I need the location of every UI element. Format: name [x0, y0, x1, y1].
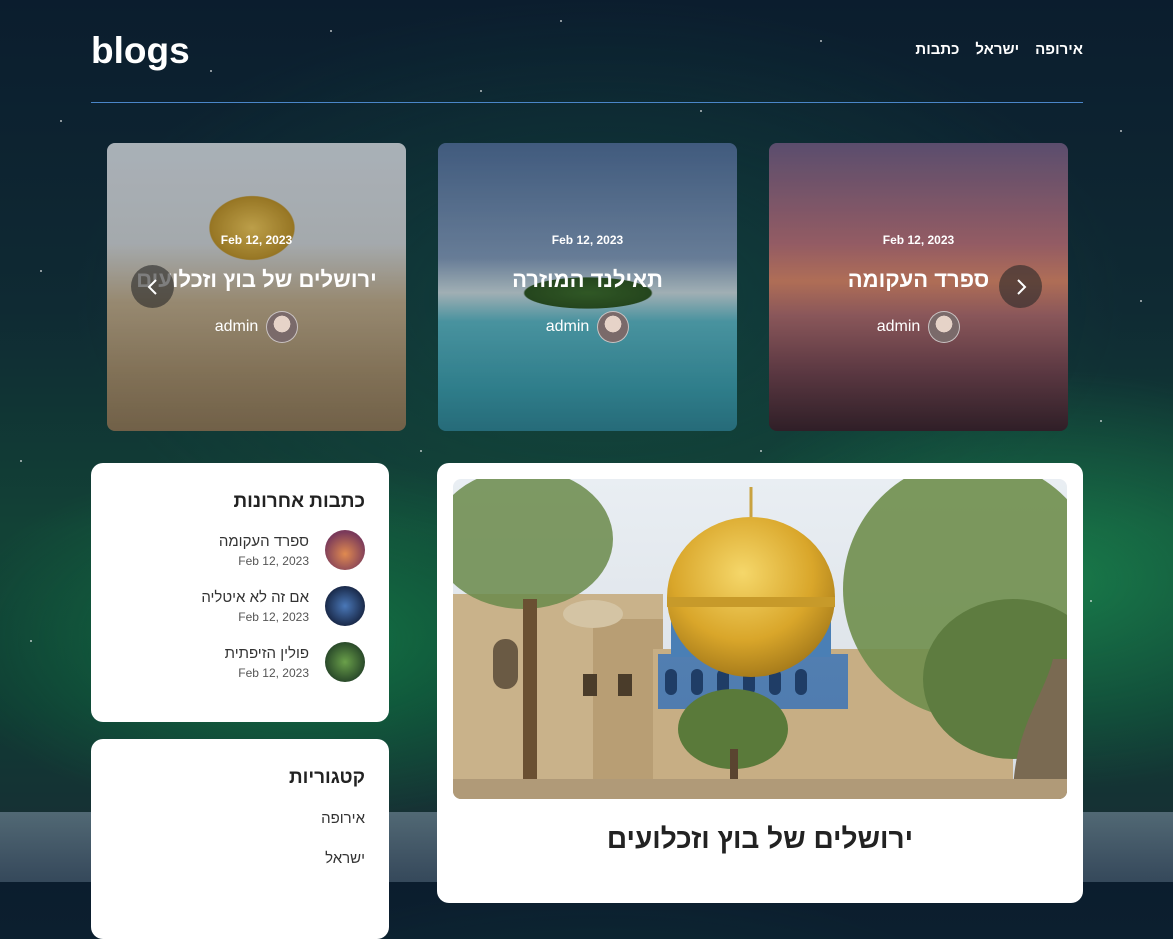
post-image[interactable]: [453, 479, 1067, 799]
slider-next-button[interactable]: [999, 265, 1042, 308]
slide-date: Feb 12, 2023: [882, 233, 955, 247]
recent-posts-heading: כתבות אחרונות: [233, 491, 365, 512]
site-logo[interactable]: blogs: [91, 30, 190, 72]
author-name[interactable]: admin: [546, 318, 590, 336]
slider-prev-button[interactable]: [131, 265, 174, 308]
recent-post-title[interactable]: ספרד העקומה: [219, 533, 309, 550]
chevron-right-icon: [1016, 278, 1026, 295]
recent-post-item[interactable]: אם זה לא איטליה Feb 12, 2023: [201, 586, 365, 626]
featured-post-card: ירושלים של בוץ וזכלועים: [437, 463, 1083, 903]
post-thumbnail: [325, 642, 365, 682]
nav-item-europe[interactable]: אירופה: [1035, 41, 1083, 58]
category-item[interactable]: אירופה: [321, 810, 365, 827]
category-item[interactable]: ישראל: [325, 850, 365, 867]
categories-widget: קטגוריות אירופה ישראל: [91, 739, 389, 939]
recent-post-date: Feb 12, 2023: [238, 553, 309, 568]
author-name[interactable]: admin: [215, 318, 259, 336]
chevron-left-icon: [147, 278, 157, 295]
featured-slider: Feb 12, 2023 ירושלים של בוץ וזכלועים adm…: [107, 143, 1068, 431]
slide-author: admin: [107, 311, 406, 343]
recent-post-item[interactable]: ספרד העקומה Feb 12, 2023: [219, 530, 365, 570]
slide-thailand[interactable]: Feb 12, 2023 תאילנד המוזרה admin: [438, 143, 737, 431]
author-name[interactable]: admin: [877, 318, 921, 336]
header-divider: [91, 102, 1083, 103]
nav-item-israel[interactable]: ישראל: [975, 41, 1019, 58]
recent-posts-widget: כתבות אחרונות ספרד העקומה Feb 12, 2023 א…: [91, 463, 389, 722]
slide-title[interactable]: תאילנד המוזרה: [438, 267, 737, 293]
avatar: [597, 311, 630, 343]
main-nav: אירופה ישראל כתבות: [915, 41, 1083, 58]
post-thumbnail: [325, 530, 365, 570]
avatar: [266, 311, 299, 343]
slide-author: admin: [438, 311, 737, 343]
categories-heading: קטגוריות: [289, 767, 365, 788]
slide-author: admin: [769, 311, 1068, 343]
nav-item-articles[interactable]: כתבות: [915, 41, 959, 58]
avatar: [928, 311, 961, 343]
post-thumbnail: [325, 586, 365, 626]
recent-post-date: Feb 12, 2023: [238, 609, 309, 624]
recent-post-item[interactable]: פולין הזיפתית Feb 12, 2023: [225, 642, 365, 682]
jerusalem-photo: [453, 479, 1067, 799]
slide-date: Feb 12, 2023: [551, 233, 624, 247]
post-title[interactable]: ירושלים של בוץ וזכלועים: [437, 823, 1083, 855]
slide-date: Feb 12, 2023: [220, 233, 293, 247]
recent-post-title[interactable]: פולין הזיפתית: [225, 645, 309, 662]
recent-post-title[interactable]: אם זה לא איטליה: [201, 589, 309, 606]
recent-post-date: Feb 12, 2023: [238, 665, 309, 680]
site-header: blogs אירופה ישראל כתבות: [91, 0, 1083, 104]
